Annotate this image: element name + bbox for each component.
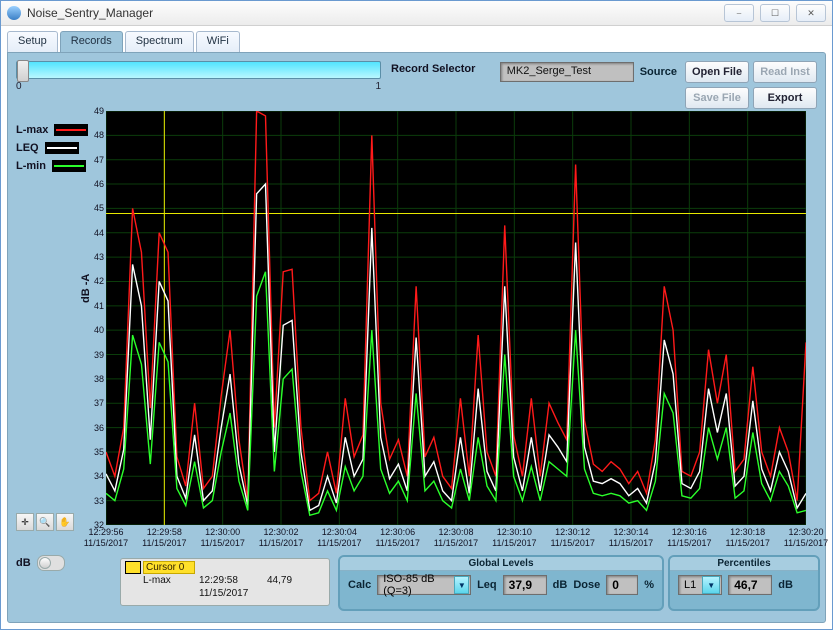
legend-leq-swatch bbox=[45, 142, 79, 154]
export-button[interactable]: Export bbox=[753, 87, 817, 109]
cursor-value: 44,79 bbox=[267, 575, 307, 586]
percentile-value: 46,7 bbox=[728, 575, 772, 595]
plot-toolstrip: ✛ 🔍 ✋ bbox=[16, 513, 74, 531]
source-field[interactable]: MK2_Serge_Test bbox=[500, 62, 634, 82]
open-file-button[interactable]: Open File bbox=[685, 61, 749, 83]
percentile-unit: dB bbox=[778, 579, 793, 591]
app-icon bbox=[7, 6, 21, 20]
cursor-name: Cursor 0 bbox=[143, 561, 195, 574]
tab-setup[interactable]: Setup bbox=[7, 31, 58, 53]
crosshair-tool-icon[interactable]: ✛ bbox=[16, 513, 34, 531]
slider-min: 0 bbox=[16, 81, 22, 92]
leq-unit: dB bbox=[553, 579, 568, 591]
record-selector-label: Record Selector bbox=[391, 63, 475, 75]
db-toggle[interactable] bbox=[37, 555, 65, 571]
tab-wifi[interactable]: WiFi bbox=[196, 31, 240, 53]
legend-lmin-label: L-min bbox=[16, 160, 46, 172]
dose-value: 0 bbox=[606, 575, 638, 595]
app-window: Noise_Sentry_Manager ⎯ ☐ ✕ Setup Records… bbox=[0, 0, 833, 630]
titlebar[interactable]: Noise_Sentry_Manager ⎯ ☐ ✕ bbox=[1, 1, 832, 26]
calc-value: ISO-85 dB (Q=3) bbox=[378, 573, 453, 597]
cursor-info-box[interactable]: Cursor 0 L-max 12:29:58 44,79 11/15/2017 bbox=[120, 558, 330, 606]
leq-value: 37,9 bbox=[503, 575, 547, 595]
legend: L-max LEQ L-min bbox=[16, 121, 88, 175]
global-levels-box: Global Levels Calc ISO-85 dB (Q=3) ▼ Leq… bbox=[338, 555, 664, 611]
tab-records[interactable]: Records bbox=[60, 31, 123, 53]
cursor-series: L-max bbox=[143, 575, 199, 586]
percentiles-box: Percentiles L1 ▼ 46,7 dB bbox=[668, 555, 820, 611]
window-title: Noise_Sentry_Manager bbox=[27, 6, 153, 20]
x-axis-ticks: 12:29:5611/15/201712:29:5811/15/201712:3… bbox=[106, 527, 806, 555]
records-panel: 0 1 Record Selector MK2_Serge_Test Sourc… bbox=[7, 52, 826, 623]
y-axis-ticks: 323334353637383940414243444546474849 bbox=[86, 111, 104, 525]
maximize-button[interactable]: ☐ bbox=[760, 4, 790, 22]
legend-lmin-swatch bbox=[52, 160, 86, 172]
legend-leq-label: LEQ bbox=[16, 142, 39, 154]
dose-label: Dose bbox=[573, 579, 600, 591]
zoom-tool-icon[interactable]: 🔍 bbox=[36, 513, 54, 531]
global-levels-title: Global Levels bbox=[340, 557, 662, 571]
chevron-down-icon: ▼ bbox=[702, 576, 720, 594]
slider-thumb[interactable] bbox=[17, 60, 29, 82]
leq-label: Leq bbox=[477, 579, 497, 591]
pan-tool-icon[interactable]: ✋ bbox=[56, 513, 74, 531]
percentiles-title: Percentiles bbox=[670, 557, 818, 571]
slider-max: 1 bbox=[375, 81, 381, 92]
db-toggle-label: dB bbox=[16, 557, 31, 569]
save-file-button[interactable]: Save File bbox=[685, 87, 749, 109]
percentile-selector: L1 bbox=[679, 579, 701, 591]
cursor-date: 11/15/2017 bbox=[199, 588, 267, 599]
percentile-combo[interactable]: L1 ▼ bbox=[678, 575, 722, 595]
legend-lmax-swatch bbox=[54, 124, 88, 136]
chevron-down-icon: ▼ bbox=[454, 576, 469, 594]
record-selector-slider[interactable] bbox=[16, 61, 381, 79]
calc-combo[interactable]: ISO-85 dB (Q=3) ▼ bbox=[377, 575, 471, 595]
source-label: Source bbox=[640, 66, 677, 78]
tab-bar: Setup Records Spectrum WiFi bbox=[7, 31, 826, 53]
close-button[interactable]: ✕ bbox=[796, 4, 826, 22]
calc-label: Calc bbox=[348, 579, 371, 591]
read-inst-button[interactable]: Read Inst bbox=[753, 61, 817, 83]
tab-spectrum[interactable]: Spectrum bbox=[125, 31, 194, 53]
legend-lmax-label: L-max bbox=[16, 124, 48, 136]
chart-plot[interactable] bbox=[106, 111, 806, 525]
minimize-button[interactable]: ⎯ bbox=[724, 4, 754, 22]
dose-unit: % bbox=[644, 579, 654, 591]
cursor-color-chip bbox=[125, 561, 141, 574]
cursor-time: 12:29:58 bbox=[199, 575, 267, 586]
